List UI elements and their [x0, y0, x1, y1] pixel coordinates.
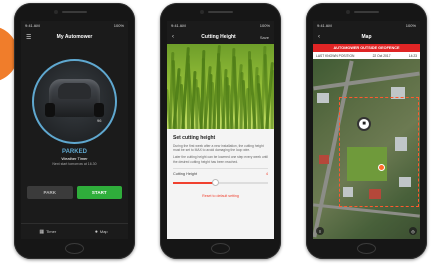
- cutting-height-slider[interactable]: [173, 179, 268, 187]
- home-button[interactable]: [211, 243, 230, 254]
- tab-map[interactable]: ● Map: [75, 224, 129, 239]
- phone-cutting-height: 9:41 AM 100% ‹ Cutting Height Save Set c…: [160, 3, 281, 259]
- earpiece-speaker: [62, 11, 87, 13]
- location-pin-icon: ●: [94, 228, 98, 235]
- home-position-marker[interactable]: [378, 164, 385, 171]
- nav-bar: ‹ Map: [313, 30, 420, 44]
- status-battery: 100%: [113, 23, 124, 28]
- phone-my-automower: 9:41 AM 100% ☰ My Automower 96 PARKED We…: [14, 3, 135, 259]
- battery-level: 96: [97, 118, 102, 123]
- page-title: Map: [361, 34, 372, 40]
- map-house: [317, 93, 329, 103]
- map-house: [319, 155, 329, 164]
- status-time: 9:41 AM: [25, 23, 40, 28]
- grass-blade: [270, 69, 274, 129]
- cutting-height-panel: Set cutting height During the first week…: [167, 129, 274, 239]
- action-buttons: PARK START: [27, 186, 122, 199]
- chevron-left-icon[interactable]: ‹: [318, 34, 328, 40]
- mower-cover: [58, 83, 91, 99]
- chevron-left-icon[interactable]: ‹: [172, 34, 182, 40]
- screen-map: 9:41 AM 100% ‹ Map AUTOMOWER OUTSIDE GEO…: [313, 21, 420, 239]
- field-value: 4: [265, 171, 268, 176]
- slider-handle[interactable]: [212, 179, 220, 187]
- status-battery: 100%: [259, 23, 270, 28]
- locate-icon[interactable]: ◎: [409, 227, 417, 235]
- screen-my-automower: 9:41 AM 100% ☰ My Automower 96 PARKED We…: [21, 21, 128, 239]
- tab-bar: ▦ Timer ● Map: [21, 223, 128, 239]
- satellite-map[interactable]: ■ ≡ ◎: [313, 59, 420, 239]
- cutting-height-field: Cutting Height 4: [173, 167, 268, 176]
- home-button[interactable]: [65, 243, 84, 254]
- geofence-boundary: [339, 97, 419, 207]
- layers-icon[interactable]: ≡: [316, 227, 324, 235]
- status-bar: 9:41 AM 100%: [21, 21, 128, 30]
- nav-bar: ‹ Cutting Height Save: [167, 30, 274, 44]
- reset-default-link[interactable]: Reset to default setting: [173, 194, 268, 198]
- front-camera: [54, 10, 58, 14]
- mower-wheel-right: [94, 103, 104, 117]
- earpiece-speaker: [354, 11, 379, 13]
- status-main: PARKED: [62, 149, 87, 155]
- front-camera: [346, 10, 350, 14]
- last-position-bar: LAST KNOWN POSITION 22 Oct 2017 14:23: [313, 52, 420, 59]
- status-sub: Weather Timer: [61, 156, 88, 161]
- slider-fill: [173, 181, 216, 184]
- status-time: 9:41 AM: [171, 23, 186, 28]
- mower-wheel-left: [45, 103, 55, 117]
- mower-status: PARKED Weather Timer Next start tomorrow…: [21, 149, 128, 166]
- status-battery: 100%: [405, 23, 416, 28]
- start-button[interactable]: START: [76, 186, 122, 199]
- front-camera: [200, 10, 204, 14]
- panel-text-lowering: Later the cutting height can be lowered …: [173, 155, 268, 164]
- hamburger-menu-icon[interactable]: ☰: [26, 34, 36, 41]
- calendar-icon: ▦: [39, 228, 45, 235]
- field-label: Cutting Height: [173, 171, 198, 176]
- tab-map-label: Map: [99, 229, 108, 234]
- next-start-text: Next start tomorrow at 16.30: [52, 162, 97, 166]
- status-bar: 9:41 AM 100%: [313, 21, 420, 30]
- home-button[interactable]: [357, 243, 376, 254]
- panel-text-first-week: During the first week after a new instal…: [173, 144, 264, 153]
- status-time: 9:41 AM: [317, 23, 332, 28]
- screen-cutting-height: 9:41 AM 100% ‹ Cutting Height Save Set c…: [167, 21, 274, 239]
- page-title: Cutting Height: [201, 34, 236, 40]
- grass-illustration: [167, 44, 274, 129]
- position-date: 22 Oct 2017: [372, 53, 391, 58]
- tab-timer-label: Timer: [46, 229, 57, 234]
- tab-timer[interactable]: ▦ Timer: [21, 224, 75, 239]
- nav-bar: ☰ My Automower: [21, 30, 128, 44]
- earpiece-speaker: [208, 11, 233, 13]
- mower-location-marker[interactable]: ■: [357, 117, 371, 131]
- park-button[interactable]: PARK: [27, 186, 73, 199]
- phone-map: 9:41 AM 100% ‹ Map AUTOMOWER OUTSIDE GEO…: [306, 3, 427, 259]
- position-label: LAST KNOWN POSITION: [316, 53, 355, 58]
- panel-title: Set cutting height: [173, 135, 216, 141]
- status-bar: 9:41 AM 100%: [167, 21, 274, 30]
- page-title: My Automower: [56, 34, 93, 40]
- geofence-alert: AUTOMOWER OUTSIDE GEOFENCE: [313, 44, 420, 52]
- position-time: 14:23: [408, 53, 417, 58]
- save-button[interactable]: Save: [255, 35, 269, 40]
